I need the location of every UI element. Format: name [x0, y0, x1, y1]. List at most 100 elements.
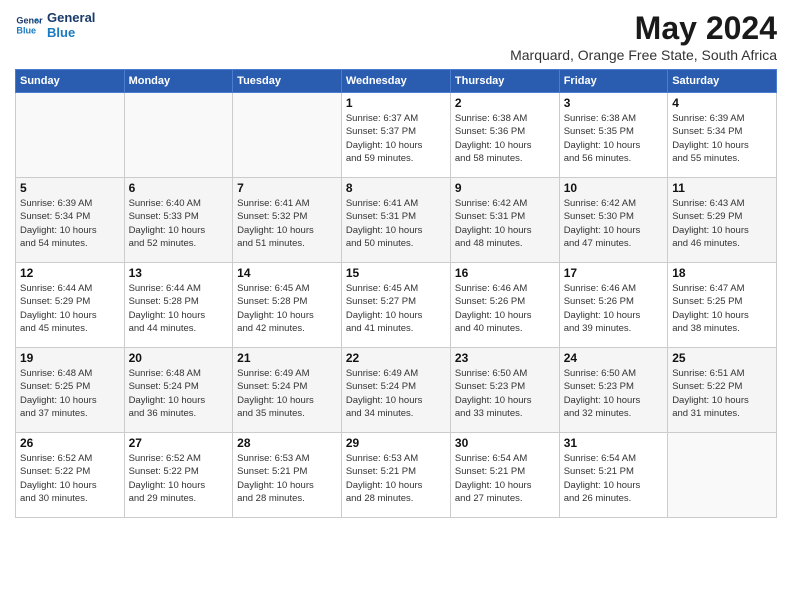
- calendar-cell: 10 Sunrise: 6:42 AMSunset: 5:30 PMDayligh…: [559, 178, 668, 263]
- day-info: Sunrise: 6:39 AMSunset: 5:34 PMDaylight:…: [20, 197, 120, 250]
- day-number: 8: [346, 181, 446, 195]
- day-number: 22: [346, 351, 446, 365]
- day-number: 15: [346, 266, 446, 280]
- location-title: Marquard, Orange Free State, South Afric…: [510, 47, 777, 63]
- weekday-header-sunday: Sunday: [16, 70, 125, 93]
- calendar-cell: [233, 93, 342, 178]
- day-info: Sunrise: 6:38 AMSunset: 5:36 PMDaylight:…: [455, 112, 555, 165]
- calendar-table: SundayMondayTuesdayWednesdayThursdayFrid…: [15, 69, 777, 518]
- day-number: 11: [672, 181, 772, 195]
- day-number: 31: [564, 436, 664, 450]
- weekday-header-thursday: Thursday: [450, 70, 559, 93]
- day-info: Sunrise: 6:46 AMSunset: 5:26 PMDaylight:…: [455, 282, 555, 335]
- week-row-3: 12Sunrise: 6:44 AMSunset: 5:29 PMDayligh…: [16, 263, 777, 348]
- day-info: Sunrise: 6:48 AMSunset: 5:24 PMDaylight:…: [129, 367, 229, 420]
- day-number: 19: [20, 351, 120, 365]
- weekday-header-monday: Monday: [124, 70, 233, 93]
- day-number: 27: [129, 436, 229, 450]
- day-info: Sunrise: 6:42 AMSunset: 5:31 PMDaylight:…: [455, 197, 555, 250]
- weekday-header-wednesday: Wednesday: [341, 70, 450, 93]
- calendar-cell: 12Sunrise: 6:44 AMSunset: 5:29 PMDayligh…: [16, 263, 125, 348]
- calendar-cell: 27 Sunrise: 6:52 AMSunset: 5:22 PMDayligh…: [124, 433, 233, 518]
- calendar-cell: 16 Sunrise: 6:46 AMSunset: 5:26 PMDayligh…: [450, 263, 559, 348]
- calendar-cell: 8 Sunrise: 6:41 AMSunset: 5:31 PMDaylight…: [341, 178, 450, 263]
- day-number: 16: [455, 266, 555, 280]
- day-info: Sunrise: 6:52 AMSunset: 5:22 PMDaylight:…: [20, 452, 120, 505]
- day-info: Sunrise: 6:43 AMSunset: 5:29 PMDaylight:…: [672, 197, 772, 250]
- day-number: 9: [455, 181, 555, 195]
- calendar-cell: 31 Sunrise: 6:54 AMSunset: 5:21 PMDayligh…: [559, 433, 668, 518]
- day-number: 5: [20, 181, 120, 195]
- day-number: 18: [672, 266, 772, 280]
- calendar-cell: 20 Sunrise: 6:48 AMSunset: 5:24 PMDayligh…: [124, 348, 233, 433]
- calendar-cell: 28 Sunrise: 6:53 AMSunset: 5:21 PMDayligh…: [233, 433, 342, 518]
- calendar-cell: 18 Sunrise: 6:47 AMSunset: 5:25 PMDayligh…: [668, 263, 777, 348]
- day-info: Sunrise: 6:54 AMSunset: 5:21 PMDaylight:…: [564, 452, 664, 505]
- calendar-cell: 1Sunrise: 6:37 AMSunset: 5:37 PMDaylight…: [341, 93, 450, 178]
- calendar-cell: 6Sunrise: 6:40 AMSunset: 5:33 PMDaylight…: [124, 178, 233, 263]
- weekday-header-row: SundayMondayTuesdayWednesdayThursdayFrid…: [16, 70, 777, 93]
- day-number: 25: [672, 351, 772, 365]
- calendar-cell: 13 Sunrise: 6:44 AMSunset: 5:28 PMDayligh…: [124, 263, 233, 348]
- day-number: 14: [237, 266, 337, 280]
- weekday-header-friday: Friday: [559, 70, 668, 93]
- calendar-cell: [668, 433, 777, 518]
- day-number: 28: [237, 436, 337, 450]
- day-info: Sunrise: 6:41 AMSunset: 5:31 PMDaylight:…: [346, 197, 446, 250]
- calendar-cell: 22Sunrise: 6:49 AMSunset: 5:24 PMDayligh…: [341, 348, 450, 433]
- weekday-header-saturday: Saturday: [668, 70, 777, 93]
- calendar-cell: 15Sunrise: 6:45 AMSunset: 5:27 PMDayligh…: [341, 263, 450, 348]
- day-number: 17: [564, 266, 664, 280]
- day-number: 29: [346, 436, 446, 450]
- week-row-1: 1Sunrise: 6:37 AMSunset: 5:37 PMDaylight…: [16, 93, 777, 178]
- day-info: Sunrise: 6:50 AMSunset: 5:23 PMDaylight:…: [455, 367, 555, 420]
- logo-general: General: [47, 10, 95, 25]
- day-info: Sunrise: 6:49 AMSunset: 5:24 PMDaylight:…: [237, 367, 337, 420]
- day-number: 12: [20, 266, 120, 280]
- calendar-cell: [124, 93, 233, 178]
- day-number: 10: [564, 181, 664, 195]
- day-number: 2: [455, 96, 555, 110]
- calendar-cell: 25 Sunrise: 6:51 AMSunset: 5:22 PMDayligh…: [668, 348, 777, 433]
- week-row-2: 5 Sunrise: 6:39 AMSunset: 5:34 PMDaylight…: [16, 178, 777, 263]
- logo-blue: Blue: [47, 25, 95, 40]
- week-row-4: 19 Sunrise: 6:48 AMSunset: 5:25 PMDayligh…: [16, 348, 777, 433]
- logo: General Blue General Blue: [15, 10, 95, 40]
- day-number: 7: [237, 181, 337, 195]
- day-number: 20: [129, 351, 229, 365]
- day-number: 30: [455, 436, 555, 450]
- day-number: 21: [237, 351, 337, 365]
- day-info: Sunrise: 6:52 AMSunset: 5:22 PMDaylight:…: [129, 452, 229, 505]
- calendar-cell: 2 Sunrise: 6:38 AMSunset: 5:36 PMDaylight…: [450, 93, 559, 178]
- calendar-cell: 11 Sunrise: 6:43 AMSunset: 5:29 PMDayligh…: [668, 178, 777, 263]
- calendar-cell: 5 Sunrise: 6:39 AMSunset: 5:34 PMDaylight…: [16, 178, 125, 263]
- calendar-cell: 30Sunrise: 6:54 AMSunset: 5:21 PMDayligh…: [450, 433, 559, 518]
- calendar-cell: 26 Sunrise: 6:52 AMSunset: 5:22 PMDayligh…: [16, 433, 125, 518]
- calendar-cell: 4 Sunrise: 6:39 AMSunset: 5:34 PMDaylight…: [668, 93, 777, 178]
- day-number: 23: [455, 351, 555, 365]
- day-info: Sunrise: 6:44 AMSunset: 5:28 PMDaylight:…: [129, 282, 229, 335]
- calendar-cell: 24Sunrise: 6:50 AMSunset: 5:23 PMDayligh…: [559, 348, 668, 433]
- day-info: Sunrise: 6:53 AMSunset: 5:21 PMDaylight:…: [237, 452, 337, 505]
- day-number: 13: [129, 266, 229, 280]
- day-info: Sunrise: 6:46 AMSunset: 5:26 PMDaylight:…: [564, 282, 664, 335]
- day-info: Sunrise: 6:39 AMSunset: 5:34 PMDaylight:…: [672, 112, 772, 165]
- day-number: 1: [346, 96, 446, 110]
- calendar-cell: 14Sunrise: 6:45 AMSunset: 5:28 PMDayligh…: [233, 263, 342, 348]
- day-number: 26: [20, 436, 120, 450]
- day-info: Sunrise: 6:40 AMSunset: 5:33 PMDaylight:…: [129, 197, 229, 250]
- day-info: Sunrise: 6:41 AMSunset: 5:32 PMDaylight:…: [237, 197, 337, 250]
- calendar-cell: 29Sunrise: 6:53 AMSunset: 5:21 PMDayligh…: [341, 433, 450, 518]
- logo-icon: General Blue: [15, 11, 43, 39]
- calendar-cell: 19 Sunrise: 6:48 AMSunset: 5:25 PMDayligh…: [16, 348, 125, 433]
- day-info: Sunrise: 6:50 AMSunset: 5:23 PMDaylight:…: [564, 367, 664, 420]
- day-number: 4: [672, 96, 772, 110]
- day-info: Sunrise: 6:47 AMSunset: 5:25 PMDaylight:…: [672, 282, 772, 335]
- week-row-5: 26 Sunrise: 6:52 AMSunset: 5:22 PMDayligh…: [16, 433, 777, 518]
- day-info: Sunrise: 6:42 AMSunset: 5:30 PMDaylight:…: [564, 197, 664, 250]
- day-info: Sunrise: 6:48 AMSunset: 5:25 PMDaylight:…: [20, 367, 120, 420]
- calendar-cell: 9 Sunrise: 6:42 AMSunset: 5:31 PMDaylight…: [450, 178, 559, 263]
- svg-text:General: General: [16, 16, 43, 26]
- calendar-cell: 17 Sunrise: 6:46 AMSunset: 5:26 PMDayligh…: [559, 263, 668, 348]
- day-info: Sunrise: 6:51 AMSunset: 5:22 PMDaylight:…: [672, 367, 772, 420]
